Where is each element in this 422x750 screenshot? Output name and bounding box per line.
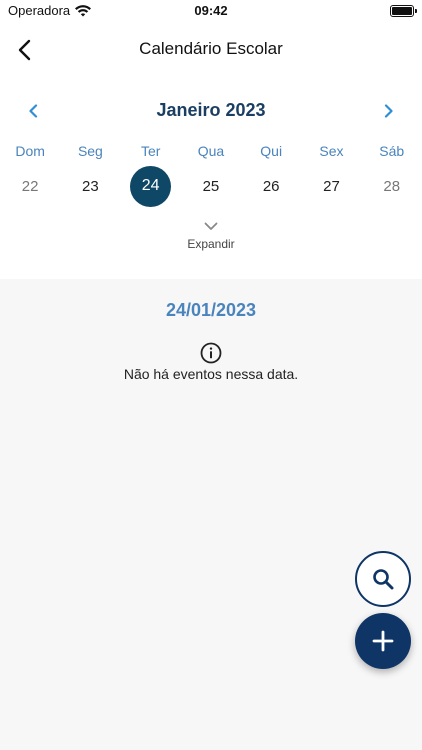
- day-number: 28: [383, 177, 401, 195]
- navigation-bar: Calendário Escolar: [0, 30, 422, 70]
- weekday-label: Seg: [77, 143, 103, 159]
- weekday-label: Qui: [260, 143, 283, 159]
- add-event-button[interactable]: [355, 613, 411, 669]
- info-icon: [200, 342, 222, 364]
- chevron-down-icon: [204, 222, 218, 230]
- calendar-day[interactable]: 22: [0, 165, 60, 207]
- calendar-day[interactable]: 25: [181, 165, 241, 207]
- calendar-day[interactable]: 27: [301, 165, 361, 207]
- day-number: 27: [323, 177, 340, 195]
- expand-calendar-button[interactable]: Expandir: [161, 222, 261, 266]
- calendar-day[interactable]: 23: [60, 165, 120, 207]
- status-bar: Operadora 09:42: [0, 0, 422, 24]
- empty-events-message: Não há eventos nessa data.: [123, 366, 299, 382]
- selected-date-heading: 24/01/2023: [165, 300, 257, 320]
- day-number: 22: [21, 177, 39, 195]
- calendar-day-selected[interactable]: 24: [121, 165, 181, 207]
- search-button[interactable]: [355, 551, 411, 607]
- weekday-label: Dom: [15, 143, 45, 159]
- day-number: 25: [202, 177, 220, 195]
- plus-icon: [372, 630, 394, 652]
- month-title: Janeiro 2023: [156, 100, 266, 120]
- weekday-header: Dom Seg Ter Qua Qui Sex Sáb: [0, 143, 422, 161]
- weekday-label: Ter: [140, 143, 161, 159]
- status-time: 09:42: [194, 3, 228, 18]
- weekday-label: Qua: [197, 143, 225, 159]
- calendar-day[interactable]: 26: [241, 165, 301, 207]
- calendar-day[interactable]: 28: [362, 165, 422, 207]
- calendar-panel: Operadora 09:42 Calendário Escolar Janei…: [0, 0, 422, 279]
- weekday-label: Sex: [319, 143, 344, 159]
- month-selector: Janeiro 2023: [0, 96, 422, 126]
- day-number: 26: [262, 177, 280, 195]
- expand-label: Expandir: [187, 237, 235, 251]
- day-number: 24: [130, 165, 172, 207]
- chevron-right-icon: [384, 104, 393, 118]
- battery-icon: [390, 5, 417, 17]
- day-number: 23: [82, 177, 99, 195]
- next-month-button[interactable]: [376, 98, 402, 124]
- page-title: Calendário Escolar: [139, 39, 283, 58]
- weekday-label: Sáb: [379, 143, 405, 159]
- week-days-row: 22 23 24 25 26 27 28: [0, 165, 422, 207]
- search-icon: [373, 569, 394, 590]
